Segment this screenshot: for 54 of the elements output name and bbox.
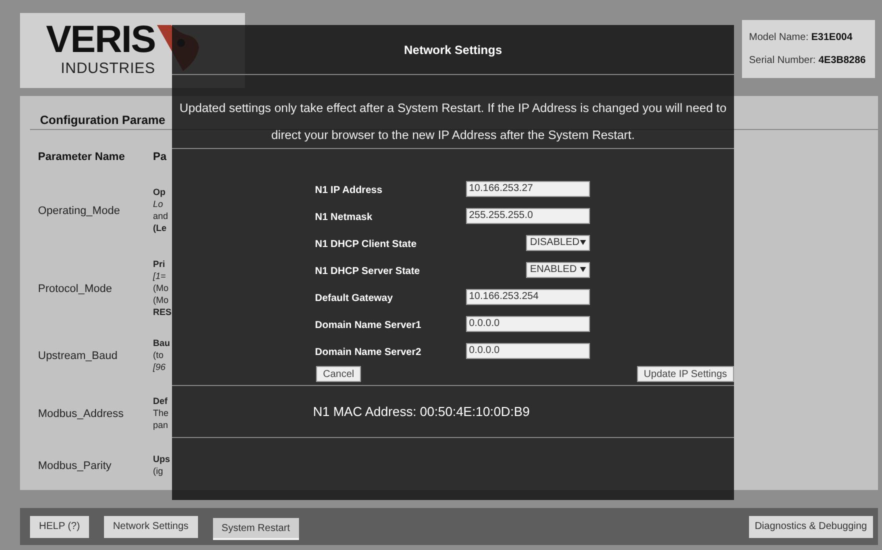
description-fragment: Ups	[153, 453, 170, 465]
description-fragment: (Mo	[153, 282, 168, 294]
cancel-button[interactable]: Cancel	[316, 366, 362, 382]
ip-input-field[interactable]: 255.255.255.0	[466, 208, 590, 224]
description-fragment: (ig	[153, 465, 164, 477]
description-fragment: Op	[153, 186, 166, 198]
field-label: Domain Name Server2	[315, 346, 422, 358]
field-label: N1 DHCP Client State	[315, 238, 417, 250]
diagnostics-button[interactable]: Diagnostics & Debugging	[748, 516, 873, 538]
parameter-name: Modbus_Parity	[38, 460, 112, 472]
parameter-name: Modbus_Address	[38, 408, 124, 420]
nav-button[interactable]: HELP (?)	[30, 516, 89, 538]
state-dropdown[interactable]: ENABLED	[526, 262, 590, 278]
parameter-name: Operating_Mode	[38, 205, 120, 217]
ip-input-field[interactable]: 10.166.253.254	[466, 288, 590, 304]
description-fragment: [96	[153, 361, 166, 373]
description-fragment: The	[153, 406, 169, 418]
description-fragment: Pri	[153, 258, 166, 270]
panel-title: Configuration Parame	[40, 113, 166, 127]
description-fragment: [1=	[153, 270, 166, 282]
nav-button[interactable]: Network Settings	[104, 516, 198, 538]
ip-input-field[interactable]: 10.166.253.27	[466, 180, 590, 196]
logo-wordmark: VERIS	[46, 21, 156, 59]
caret-icon	[580, 240, 586, 245]
field-label: Default Gateway	[315, 292, 393, 304]
column-header: Pa	[153, 151, 166, 164]
description-fragment: Lo	[153, 198, 164, 210]
field-label: N1 IP Address	[315, 184, 382, 196]
caret-icon	[580, 267, 586, 272]
mac-address-text: N1 MAC Address: 00:50:4E:10:0D:B9	[313, 402, 530, 421]
logo-subtitle: INDUSTRIES	[60, 59, 156, 79]
field-label: N1 Netmask	[315, 212, 372, 222]
description-fragment: (to	[153, 349, 164, 361]
description-fragment: Def	[153, 394, 168, 406]
device-info-text: Serial Number: 4E3B8286	[749, 54, 867, 68]
nav-button[interactable]: System Restart	[212, 518, 299, 540]
parameter-name: Protocol_Mode	[38, 282, 112, 294]
column-header: Parameter Name	[38, 151, 125, 164]
description-fragment: RES	[153, 306, 172, 318]
update-ip-settings-button[interactable]: Update IP Settings	[636, 366, 734, 382]
ip-input-field[interactable]: 0.0.0.0	[466, 342, 590, 358]
field-label: N1 DHCP Server State	[315, 266, 420, 276]
ip-input-field[interactable]: 0.0.0.0	[466, 316, 590, 332]
dialog-title: Network Settings	[404, 42, 502, 58]
state-dropdown[interactable]: DISABLED	[526, 234, 590, 250]
description-fragment: (Le	[153, 222, 166, 234]
description-fragment: and	[153, 210, 168, 222]
parameter-name: Upstream_Baud	[38, 350, 118, 362]
field-label: Domain Name Server1	[315, 320, 422, 330]
device-info-text: Model Name: E31E004	[749, 31, 854, 45]
description-fragment: (Mo	[153, 294, 168, 306]
description-fragment: Bau	[153, 337, 170, 349]
restart-notice: Updated settings only take effect after a System Restart. If the IP Address is changed you will need to direct your browser to the new IP Address after the System Restart.	[180, 101, 726, 142]
description-fragment: pan	[153, 418, 168, 430]
